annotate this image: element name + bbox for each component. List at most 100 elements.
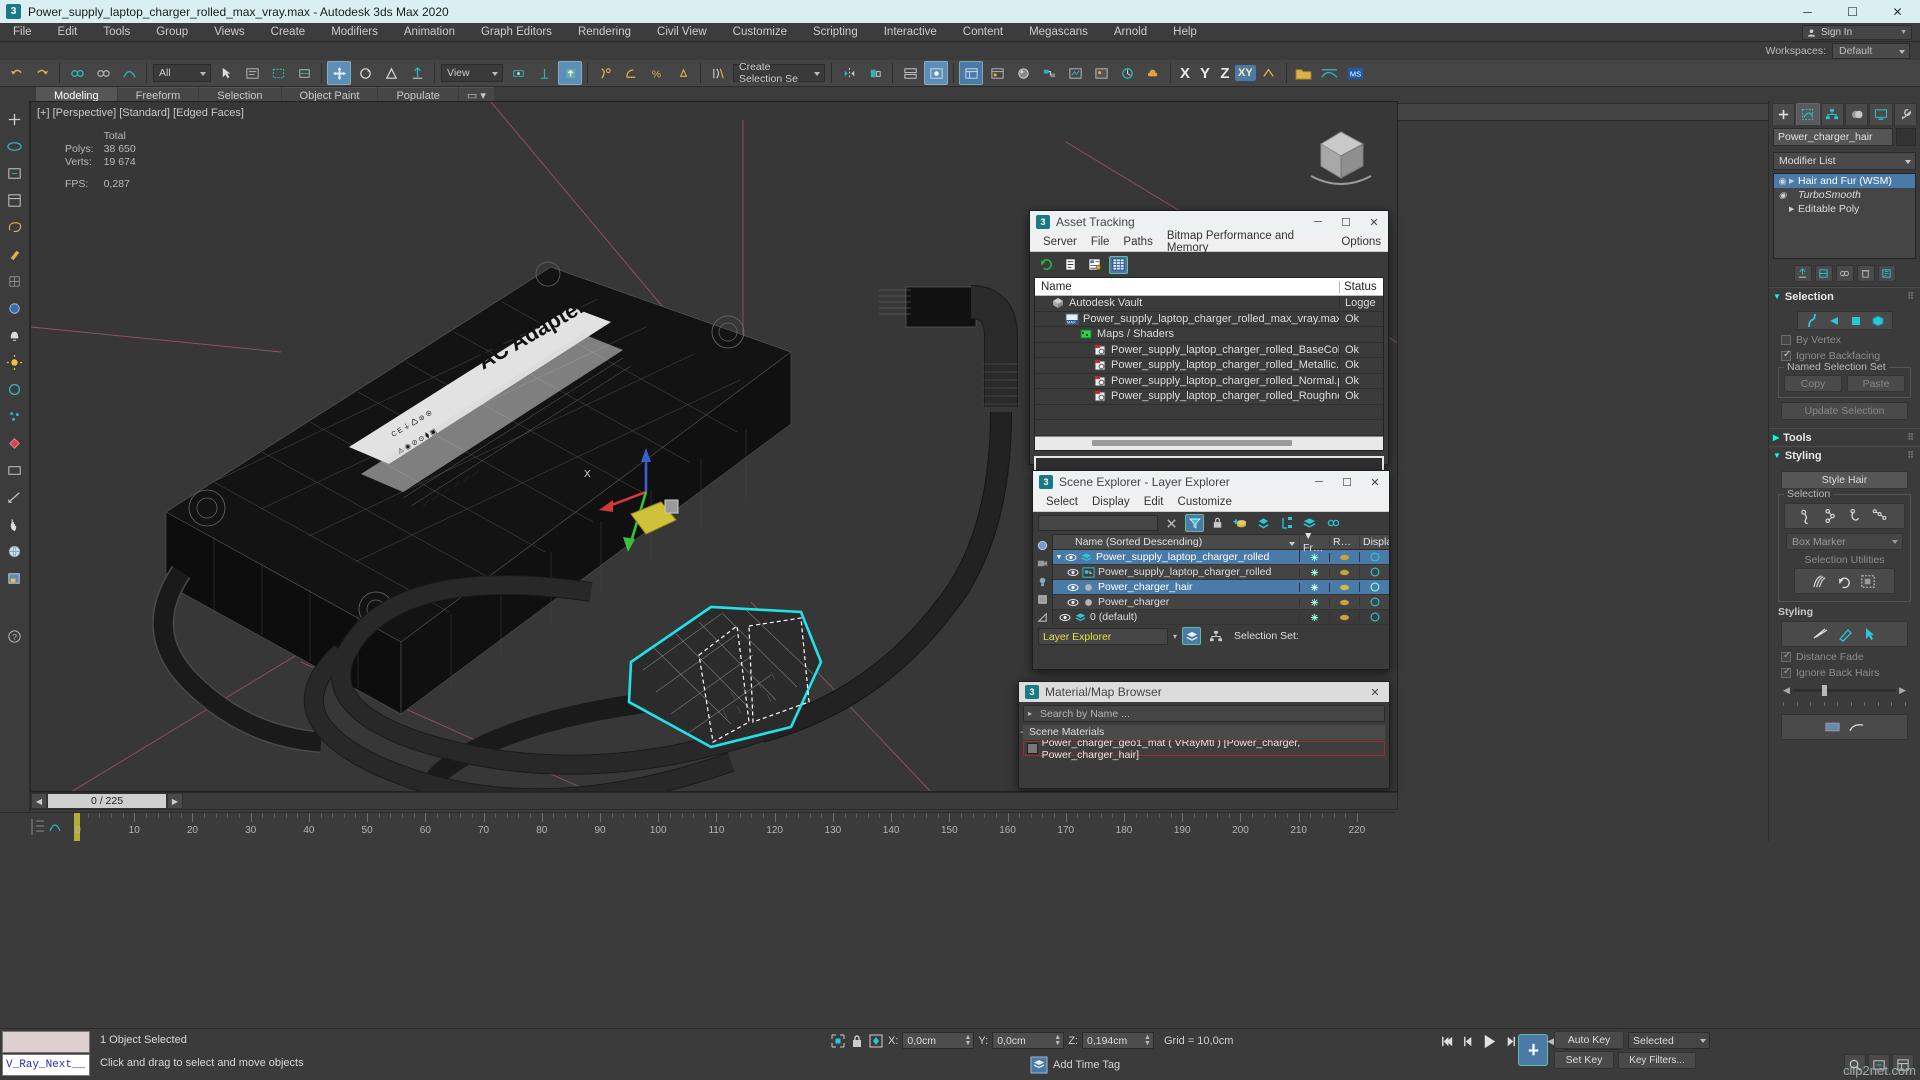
refresh-icon[interactable] (1037, 256, 1056, 274)
add-layer-icon[interactable] (1231, 514, 1250, 532)
select-by-name-icon[interactable] (240, 61, 264, 85)
maximize-viewport-icon[interactable] (2, 187, 28, 213)
pin-stack-icon[interactable] (1793, 265, 1812, 282)
scene-tree-row[interactable]: 0 (default) (1053, 610, 1389, 625)
select-hair-by-root-icon[interactable] (1846, 506, 1868, 526)
modify-tab[interactable] (1796, 103, 1820, 125)
row-frozen-toggle[interactable] (1299, 597, 1329, 607)
constrain-x-button[interactable]: X (1175, 65, 1195, 82)
invert-selection-icon[interactable] (1858, 571, 1880, 591)
layer-mode-icon[interactable] (1182, 627, 1202, 645)
lasso-icon[interactable] (2, 214, 28, 240)
align-icon[interactable] (863, 61, 887, 85)
menu-group[interactable]: Group (143, 23, 201, 42)
hair-select-brush-icon[interactable] (1834, 624, 1856, 644)
row-display-toggle[interactable] (1359, 582, 1389, 592)
workspace-select[interactable]: Default (1832, 43, 1910, 59)
paint-select-icon[interactable] (2, 241, 28, 267)
menu-tools[interactable]: Tools (90, 23, 143, 42)
copy-button[interactable]: Copy (1784, 375, 1842, 392)
trackbar-curve-icon[interactable] (0, 813, 76, 841)
expand-tree-icon[interactable] (1277, 514, 1296, 532)
key-filter-select[interactable]: Selected (1628, 1031, 1710, 1049)
display-tab[interactable] (1869, 103, 1893, 125)
modifier-list-dropdown[interactable]: Modifier List (1773, 152, 1916, 170)
row-frozen-toggle[interactable] (1299, 612, 1329, 622)
asset-tracking-window[interactable]: 3 Asset Tracking ─ ☐ ✕ Server File Paths… (1029, 210, 1389, 478)
asset-tracking-maximize-button[interactable]: ☐ (1332, 211, 1360, 233)
object-name-field[interactable]: Power_charger_hair (1773, 128, 1893, 146)
layer-explorer-icon[interactable] (898, 61, 922, 85)
asset-row[interactable]: MAX Power_supply_laptop_charger_rolled_m… (1035, 312, 1383, 327)
help-icon[interactable]: ? (2, 623, 28, 649)
particles-icon[interactable] (2, 403, 28, 429)
selection-filter-dropdown[interactable]: All (153, 64, 211, 82)
scene-explorer-maximize-button[interactable]: ☐ (1333, 471, 1361, 493)
expander-icon[interactable]: ▶ (1789, 177, 1798, 185)
row-display-toggle[interactable] (1359, 597, 1389, 607)
snaps-toggle-icon[interactable] (593, 61, 617, 85)
render-setup-icon[interactable] (1063, 61, 1087, 85)
eye-icon[interactable] (1067, 597, 1079, 608)
scene-menu-edit[interactable]: Edit (1137, 496, 1171, 508)
brush-size-slider[interactable]: ◀ ▶ (1783, 685, 1906, 696)
eye-icon[interactable]: ◉ (1776, 176, 1789, 187)
absolute-relative-mode-icon[interactable] (868, 1033, 884, 1049)
menu-create[interactable]: Create (258, 23, 319, 42)
asset-list-scrollbar[interactable] (1035, 435, 1383, 450)
constrain-z-button[interactable]: Z (1215, 65, 1235, 82)
chevron-down-icon[interactable]: ▾ (1173, 632, 1177, 641)
minimize-button[interactable]: ─ (1785, 0, 1830, 23)
scene-menu-select[interactable]: Select (1039, 496, 1085, 508)
timeline-ruler[interactable]: 0 10 20 30 40 50 60 70 80 90 100 110 120 130 140 150 160… (75, 813, 1395, 841)
manage-layers-icon[interactable] (985, 61, 1009, 85)
asset-menu-options[interactable]: Options (1334, 236, 1388, 248)
sidebar-light-icon[interactable] (1034, 573, 1051, 590)
asset-row[interactable]: Autodesk Vault Logge (1035, 296, 1383, 312)
row-frozen-toggle[interactable] (1299, 582, 1329, 592)
guides-icon[interactable] (1802, 312, 1821, 329)
asset-row[interactable]: Power_supply_laptop_charger_rolled_Metal… (1035, 358, 1383, 374)
next-frame-button[interactable]: ▶ (167, 793, 183, 809)
asset-menu-paths[interactable]: Paths (1116, 236, 1159, 248)
material-search-input[interactable]: Search by Name ... (1023, 705, 1385, 722)
hand-icon[interactable] (2, 511, 28, 537)
project-folder-icon[interactable] (1292, 61, 1316, 85)
hair-tools-icon[interactable] (1822, 717, 1844, 737)
percent-snap-icon[interactable]: % (645, 61, 669, 85)
row-render-toggle[interactable] (1329, 552, 1359, 562)
bind-to-space-warp-icon[interactable] (117, 61, 141, 85)
select-link-icon[interactable] (65, 61, 89, 85)
scene-explorer-window[interactable]: 3 Scene Explorer - Layer Explorer ─ ☐ ✕ … (1032, 470, 1390, 670)
select-object-icon[interactable] (214, 61, 238, 85)
key-filters-button[interactable]: Key Filters... (1618, 1051, 1696, 1069)
rotate-selection-icon[interactable] (1834, 571, 1856, 591)
constrain-y-button[interactable]: Y (1195, 65, 1215, 82)
by-vertex-checkbox[interactable] (1781, 335, 1791, 345)
undo-icon[interactable] (4, 61, 28, 85)
named-selection-sets-dropdown[interactable]: Create Selection Se (733, 61, 825, 85)
row-display-toggle[interactable] (1359, 612, 1389, 622)
use-selection-center-icon[interactable] (532, 61, 556, 85)
create-tab[interactable] (1772, 103, 1796, 125)
material-map-browser-window[interactable]: 3 Material/Map Browser ✕ Search by Name … (1018, 681, 1390, 789)
row-render-toggle[interactable] (1329, 582, 1359, 592)
row-render-toggle[interactable] (1329, 612, 1359, 622)
asset-list[interactable]: Name Status Autodesk Vault Logge MAX Pow… (1034, 277, 1384, 451)
material-list-item[interactable]: Power_charger_geo1_mat ( VRayMtl ) [Powe… (1023, 737, 1385, 761)
select-hair-by-tips-icon[interactable] (1870, 506, 1892, 526)
lock-icon[interactable] (850, 1033, 864, 1049)
spinner-icon[interactable]: ▲▼ (1054, 1034, 1061, 1047)
modifier-stack[interactable]: ◉ ▶ Hair and Fur (WSM) ◉ TurboSmooth ▶ E… (1773, 173, 1916, 259)
rendered-frame-window-icon[interactable] (1089, 61, 1113, 85)
use-transform-coordinate-center-icon[interactable] (558, 61, 582, 85)
scene-explorer-tree[interactable]: Name (Sorted Descending) ▼ Fr… R… Displa… (1053, 530, 1389, 625)
slate-material-editor-icon[interactable] (1037, 61, 1061, 85)
menu-customize[interactable]: Customize (720, 23, 800, 42)
eye-icon[interactable] (1067, 567, 1079, 578)
eye-icon[interactable] (1059, 612, 1071, 623)
sidebar-geometry-icon[interactable] (1034, 591, 1051, 608)
set-key-big-button[interactable] (1518, 1034, 1548, 1066)
hair-recomb-icon[interactable] (1846, 717, 1868, 737)
tools-rollout-header[interactable]: ▶ Tools ⠿ (1769, 429, 1920, 446)
